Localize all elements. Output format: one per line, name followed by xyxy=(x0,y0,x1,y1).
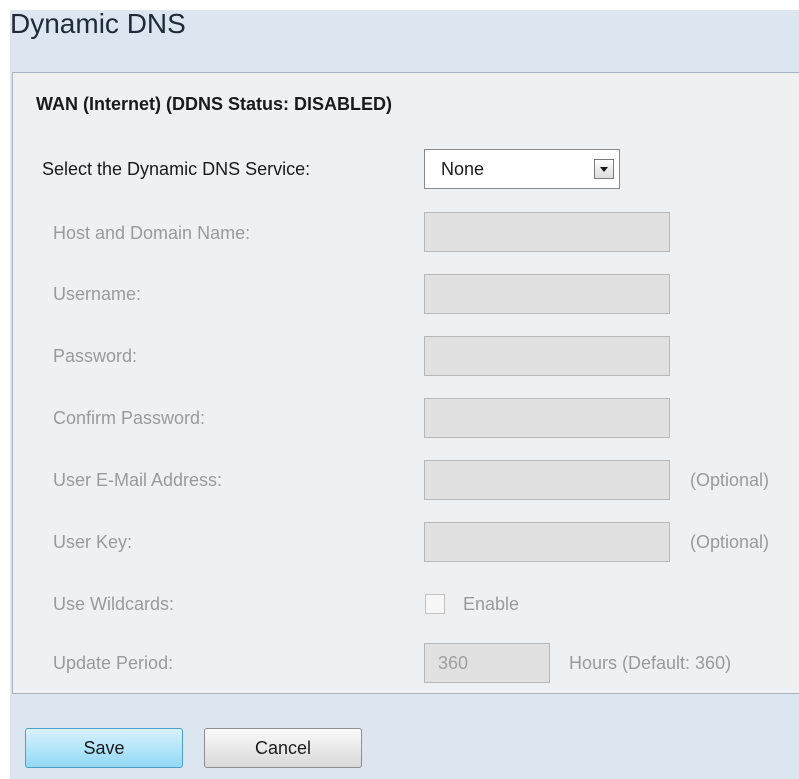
username-label: Username: xyxy=(53,284,142,304)
wan-ddns-status-heading: WAN (Internet) (DDNS Status: DISABLED) xyxy=(36,94,392,114)
update-period-unit: Hours (Default: 360) xyxy=(569,653,732,673)
confirm-password-label: Confirm Password: xyxy=(53,408,206,428)
wildcards-enable-label: Enable xyxy=(463,594,520,614)
page-title: Dynamic DNS xyxy=(10,8,186,39)
chevron-down-icon[interactable] xyxy=(594,159,614,179)
ddns-service-select[interactable]: None xyxy=(424,149,620,189)
update-period-label: Update Period: xyxy=(53,653,174,673)
update-period-value: 360 xyxy=(438,653,469,673)
ddns-service-selected-value: None xyxy=(441,159,485,179)
email-optional-note: (Optional) xyxy=(690,470,770,490)
confirm-password-field[interactable] xyxy=(424,398,670,438)
wildcards-enable-checkbox[interactable] xyxy=(425,594,445,614)
password-label: Password: xyxy=(53,346,138,366)
host-domain-field[interactable] xyxy=(424,212,670,252)
user-key-optional-note: (Optional) xyxy=(690,532,770,552)
email-label: User E-Mail Address: xyxy=(53,470,223,490)
cancel-button[interactable]: Cancel xyxy=(204,728,362,768)
user-key-label: User Key: xyxy=(53,532,133,552)
username-field[interactable] xyxy=(424,274,670,314)
email-field[interactable] xyxy=(424,460,670,500)
wildcards-label: Use Wildcards: xyxy=(53,594,175,614)
service-select-label: Select the Dynamic DNS Service: xyxy=(42,159,311,179)
save-button[interactable]: Save xyxy=(25,728,183,768)
password-field[interactable] xyxy=(424,336,670,376)
update-period-field[interactable]: 360 xyxy=(424,643,550,683)
host-domain-label: Host and Domain Name: xyxy=(53,223,251,243)
user-key-field[interactable] xyxy=(424,522,670,562)
